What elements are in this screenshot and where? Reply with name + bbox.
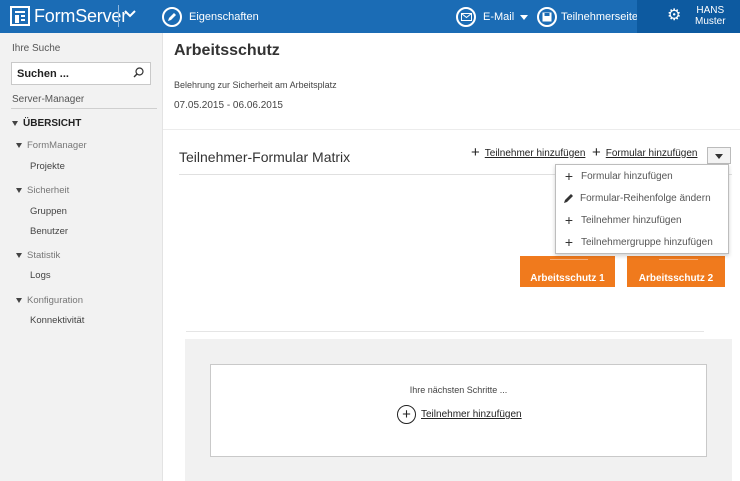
menu-item-label: Teilnehmergruppe hinzufügen [581, 236, 713, 248]
sidebar-divider [11, 108, 157, 109]
app-logo[interactable]: FormServer [10, 5, 127, 27]
sidebar: Ihre Suche Server-Manager ÜBERSICHT Form… [0, 33, 163, 481]
email-label: E-Mail [483, 11, 515, 23]
add-participant-link[interactable]: + Teilnehmer hinzufügen [471, 144, 586, 161]
gear-icon[interactable]: ⚙ [667, 8, 681, 24]
section-divider [186, 331, 704, 332]
caret-icon [16, 253, 22, 258]
sidebar-group-sicherheit[interactable]: Sicherheit [16, 185, 69, 196]
plus-icon: + [471, 144, 480, 161]
matrix-title: Teilnehmer-Formular Matrix [179, 149, 351, 165]
menu-item-label: Formular-Reihenfolge ändern [580, 192, 711, 204]
sidebar-item-gruppen[interactable]: Gruppen [30, 206, 67, 217]
page-title: Arbeitsschutz [174, 42, 280, 59]
app-name: FormServer [34, 5, 128, 26]
menu-item-reorder-forms[interactable]: Formular-Reihenfolge ändern [556, 187, 728, 209]
sidebar-group-label: Konfiguration [27, 295, 83, 306]
menu-item-add-participant[interactable]: + Teilnehmer hinzufügen [556, 209, 728, 231]
user-name: HANS Muster [695, 5, 726, 27]
add-form-link[interactable]: + Formular hinzufügen [592, 144, 698, 161]
email-menu-button[interactable]: E-Mail [456, 6, 529, 28]
pencil-icon [564, 194, 573, 203]
add-form-label: Formular hinzufügen [605, 147, 698, 159]
server-manager-label: Server-Manager [12, 94, 85, 105]
chevron-down-icon[interactable] [123, 7, 137, 21]
caret-icon [12, 121, 18, 126]
sidebar-item-konnektivitaet[interactable]: Konnektivität [30, 315, 84, 326]
plus-icon: + [564, 212, 574, 228]
actions-dropdown-menu: + Formular hinzufügen Formular-Reihenfol… [555, 164, 729, 254]
form-tile[interactable]: Arbeitsschutz 2 [627, 256, 725, 287]
plus-icon: + [592, 144, 601, 161]
formserver-logo-icon [10, 6, 30, 26]
form-tile[interactable]: Arbeitsschutz 1 [520, 256, 615, 287]
properties-button[interactable]: Eigenschaften [162, 6, 259, 28]
user-menu[interactable]: ⚙ HANS Muster [637, 0, 740, 33]
participant-page-button[interactable]: Teilnehmerseite [537, 6, 638, 28]
logo-divider [118, 5, 119, 27]
caret-icon [16, 143, 22, 148]
caret-icon [16, 188, 22, 193]
pencil-icon [162, 7, 182, 27]
overview-label: ÜBERSICHT [23, 118, 82, 129]
sidebar-item-projekte[interactable]: Projekte [30, 161, 65, 172]
sidebar-group-label: Statistik [27, 250, 61, 261]
sidebar-group-statistik[interactable]: Statistik [16, 250, 60, 261]
user-last-name: Muster [695, 16, 726, 27]
header-divider [163, 129, 740, 130]
menu-item-label: Teilnehmer hinzufügen [581, 214, 682, 226]
caret-icon [16, 298, 22, 303]
form-tile-label: Arbeitsschutz 2 [638, 273, 714, 284]
form-tile-label: Arbeitsschutz 1 [530, 273, 605, 284]
next-steps-add-participant-label: Teilnehmer hinzufügen [421, 409, 522, 420]
sidebar-group-label: Sicherheit [27, 185, 70, 196]
plus-icon: + [564, 168, 574, 184]
search-box[interactable] [11, 62, 151, 85]
next-steps-add-participant-link[interactable]: + Teilnehmer hinzufügen [397, 405, 522, 424]
search-input[interactable] [12, 63, 122, 84]
menu-item-add-form[interactable]: + Formular hinzufügen [556, 165, 728, 187]
mail-icon [456, 7, 476, 27]
search-icon[interactable] [133, 67, 144, 78]
next-steps-box: Ihre nächsten Schritte ... + Teilnehmer … [210, 364, 707, 457]
user-first-name: HANS [696, 5, 725, 16]
menu-item-label: Formular hinzufügen [581, 170, 673, 182]
add-participant-label: Teilnehmer hinzufügen [484, 147, 586, 159]
sidebar-group-label: FormManager [27, 140, 87, 151]
more-actions-dropdown-button[interactable] [707, 147, 731, 164]
search-label: Ihre Suche [12, 43, 61, 54]
top-bar: FormServer Eigenschaften E-Mail Teilnehm… [0, 0, 740, 33]
page-date-range: 07.05.2015 - 06.06.2015 [174, 100, 283, 111]
properties-label: Eigenschaften [189, 11, 259, 23]
save-icon [537, 7, 557, 27]
menu-item-add-participant-group[interactable]: + Teilnehmergruppe hinzufügen [556, 231, 728, 253]
page-subtitle: Belehrung zur Sicherheit am Arbeitsplatz [174, 80, 337, 90]
participant-page-label: Teilnehmerseite [561, 11, 639, 23]
sidebar-group-konfiguration[interactable]: Konfiguration [16, 295, 83, 306]
sidebar-item-benutzer[interactable]: Benutzer [30, 226, 68, 237]
plus-circle-icon: + [397, 405, 416, 424]
sidebar-item-logs[interactable]: Logs [30, 270, 51, 281]
plus-icon: + [564, 234, 574, 250]
sidebar-group-formmanager[interactable]: FormManager [16, 140, 87, 151]
next-steps-title: Ihre nächsten Schritte ... [409, 385, 508, 395]
sidebar-overview[interactable]: ÜBERSICHT [12, 118, 81, 129]
caret-down-icon [520, 14, 529, 20]
caret-down-icon [715, 154, 723, 159]
